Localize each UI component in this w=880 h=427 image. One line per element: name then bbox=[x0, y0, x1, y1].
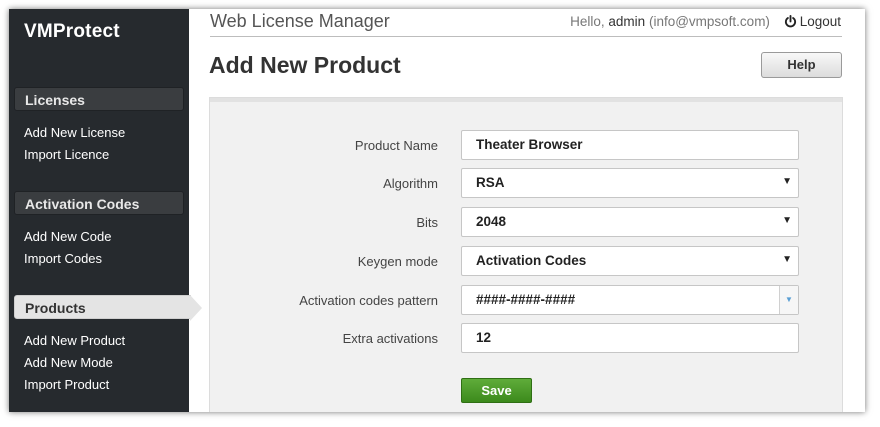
algorithm-value: RSA bbox=[476, 175, 505, 190]
sidebar-item-import-product[interactable]: Import Product bbox=[24, 377, 109, 392]
user-name: admin bbox=[608, 14, 646, 29]
algorithm-select[interactable]: RSA ▼ bbox=[461, 168, 799, 198]
activation-pattern-combo[interactable]: ####-####-#### ▼ bbox=[461, 285, 799, 315]
page-title: Add New Product bbox=[209, 52, 401, 78]
power-icon bbox=[784, 15, 797, 31]
user-info: Hello, admin (info@vmpsoft.com) Logout bbox=[570, 14, 841, 31]
brand-logo: VMProtect bbox=[24, 21, 120, 42]
extra-activations-input[interactable]: 12 bbox=[461, 323, 799, 353]
product-name-label: Product Name bbox=[354, 138, 438, 153]
bits-label: Bits bbox=[416, 215, 438, 230]
logout-label: Logout bbox=[799, 14, 841, 29]
bits-select[interactable]: 2048 ▼ bbox=[461, 207, 799, 237]
sidebar-item-add-new-license[interactable]: Add New License bbox=[24, 125, 125, 140]
app-window: VMProtect Licenses Add New License Impor… bbox=[9, 9, 865, 412]
product-name-input[interactable]: Theater Browser bbox=[461, 130, 799, 160]
pattern-dropdown-button[interactable]: ▼ bbox=[779, 286, 798, 314]
save-button[interactable]: Save bbox=[461, 378, 532, 403]
chevron-down-icon: ▼ bbox=[782, 176, 792, 187]
sidebar-section-licenses[interactable]: Licenses bbox=[14, 87, 184, 111]
keygen-mode-value: Activation Codes bbox=[476, 253, 587, 268]
sidebar-section-products[interactable]: Products bbox=[14, 295, 202, 321]
chevron-down-icon: ▼ bbox=[782, 215, 792, 226]
product-form: Product Name Theater Browser Algorithm R… bbox=[209, 97, 843, 412]
greeting-text: Hello, bbox=[570, 14, 609, 29]
sidebar-item-import-codes[interactable]: Import Codes bbox=[24, 251, 102, 266]
algorithm-label: Algorithm bbox=[383, 176, 438, 191]
activation-pattern-label: Activation codes pattern bbox=[299, 293, 438, 308]
header-divider bbox=[210, 36, 842, 37]
help-button[interactable]: Help bbox=[761, 52, 842, 78]
keygen-mode-select[interactable]: Activation Codes ▼ bbox=[461, 246, 799, 276]
sidebar-section-activation-codes[interactable]: Activation Codes bbox=[14, 191, 184, 215]
logout-link[interactable]: Logout bbox=[784, 14, 841, 29]
sidebar-item-add-new-product[interactable]: Add New Product bbox=[24, 333, 125, 348]
sidebar: VMProtect Licenses Add New License Impor… bbox=[9, 9, 202, 412]
bits-value: 2048 bbox=[476, 214, 507, 229]
sidebar-item-add-new-code[interactable]: Add New Code bbox=[24, 229, 111, 244]
extra-activations-label: Extra activations bbox=[342, 331, 438, 346]
chevron-down-icon: ▼ bbox=[785, 295, 793, 304]
user-email: (info@vmpsoft.com) bbox=[648, 14, 770, 29]
app-title: Web License Manager bbox=[210, 11, 390, 31]
chevron-down-icon: ▼ bbox=[782, 254, 792, 265]
sidebar-item-add-new-mode[interactable]: Add New Mode bbox=[24, 355, 113, 370]
activation-pattern-value: ####-####-#### bbox=[476, 292, 576, 307]
keygen-mode-label: Keygen mode bbox=[357, 254, 438, 269]
sidebar-item-import-licence[interactable]: Import Licence bbox=[24, 147, 109, 162]
